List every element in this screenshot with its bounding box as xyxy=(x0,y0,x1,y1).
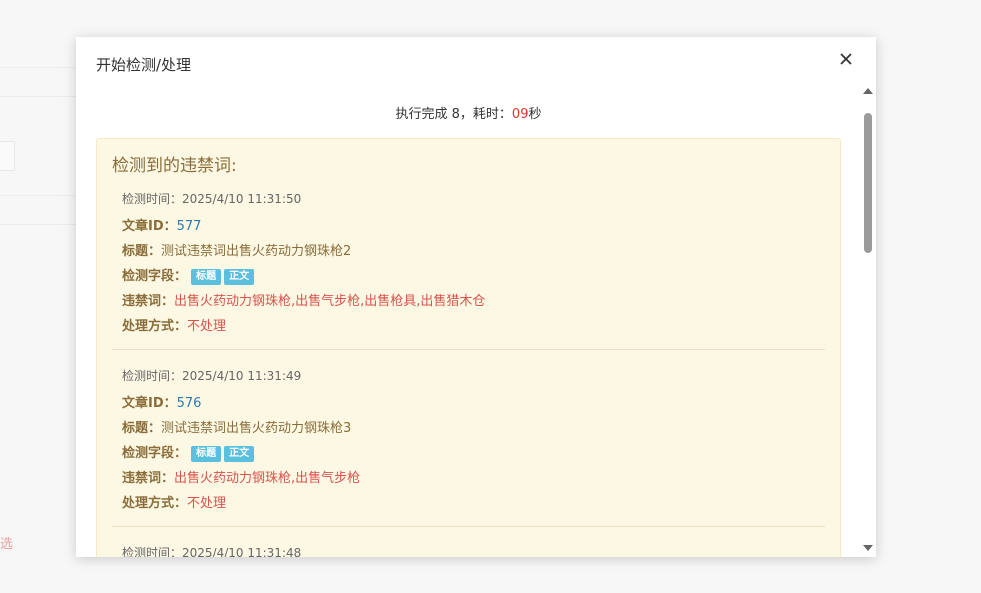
dialog-body: 执行完成 8，耗时：09秒 检测到的违禁词: 检测时间：2025/4/10 11… xyxy=(96,97,841,557)
article-id-label: 文章ID： xyxy=(122,396,177,411)
scroll-down-icon[interactable] xyxy=(863,545,873,551)
summary-prefix: 执行完成 8，耗时： xyxy=(395,107,512,122)
record-action: 处理方式：不处理 xyxy=(122,491,815,516)
panel-title: 检测到的违禁词: xyxy=(112,156,237,176)
record-detect-time: 检测时间：2025/4/10 11:31:48 xyxy=(122,544,815,557)
background-divider xyxy=(0,224,76,225)
summary-suffix: 秒 xyxy=(528,107,542,122)
record-title: 标题：测试违禁词出售火药动力钢珠枪3 xyxy=(122,416,815,441)
detect-time-value: 2025/4/10 11:31:49 xyxy=(182,369,302,383)
title-value: 测试违禁词出售火药动力钢珠枪3 xyxy=(161,421,352,436)
elapsed-time: 09 xyxy=(511,107,529,122)
field-tag: 标题 xyxy=(191,445,222,462)
scroll-up-icon[interactable] xyxy=(863,88,873,94)
dialog-scrollbar[interactable] xyxy=(860,85,876,557)
detect-time-value: 2025/4/10 11:31:48 xyxy=(182,546,302,557)
action-value: 不处理 xyxy=(187,496,227,511)
record-detect-time: 检测时间：2025/4/10 11:31:49 xyxy=(122,367,815,385)
background-divider xyxy=(0,67,76,68)
detect-time-value: 2025/4/10 11:31:50 xyxy=(182,192,302,206)
field-tag: 正文 xyxy=(224,268,255,285)
record-article-id: 文章ID：577 xyxy=(122,214,815,239)
title-label: 标题： xyxy=(122,421,162,436)
article-id-value: 576 xyxy=(176,396,202,411)
field-tag: 正文 xyxy=(224,445,255,462)
background-input xyxy=(0,141,15,171)
violation-record: 检测时间：2025/4/10 11:31:48 xyxy=(112,544,825,557)
record-fields: 检测字段： 标题 正文 xyxy=(122,264,815,289)
detect-time-label: 检测时间： xyxy=(122,192,183,206)
execution-summary: 执行完成 8，耗时：09秒 xyxy=(96,105,841,125)
field-tag: 标题 xyxy=(191,268,222,285)
dialog-title: 开始检测/处理 xyxy=(96,56,192,74)
record-article-id: 文章ID：576 xyxy=(122,391,815,416)
record-fields: 检测字段： 标题 正文 xyxy=(122,441,815,466)
violations-panel: 检测到的违禁词: 检测时间：2025/4/10 11:31:50 文章ID：57… xyxy=(96,138,841,557)
title-label: 标题： xyxy=(122,244,162,259)
record-title: 标题：测试违禁词出售火药动力钢珠枪2 xyxy=(122,239,815,264)
detect-time-label: 检测时间： xyxy=(122,369,183,383)
background-divider xyxy=(0,195,76,196)
action-value: 不处理 xyxy=(187,319,227,334)
detect-time-label: 检测时间： xyxy=(122,546,183,557)
action-label: 处理方式： xyxy=(122,496,188,511)
words-label: 违禁词： xyxy=(122,294,175,309)
scroll-thumb[interactable] xyxy=(864,113,872,253)
record-words: 违禁词：出售火药动力钢珠枪,出售气步枪,出售枪具,出售猎木仓 xyxy=(122,289,815,314)
record-action: 处理方式：不处理 xyxy=(122,314,815,339)
words-label: 违禁词： xyxy=(122,471,175,486)
record-words: 违禁词：出售火药动力钢珠枪,出售气步枪 xyxy=(122,466,815,491)
title-value: 测试违禁词出售火药动力钢珠枪2 xyxy=(161,244,352,259)
article-id-label: 文章ID： xyxy=(122,219,177,234)
background-divider xyxy=(0,96,76,97)
record-detect-time: 检测时间：2025/4/10 11:31:50 xyxy=(122,190,815,208)
process-dialog: 开始检测/处理 执行完成 8，耗时：09秒 检测到的违禁词: 检测时间：2025… xyxy=(76,37,876,557)
violation-record: 检测时间：2025/4/10 11:31:49 文章ID：576 标题：测试违禁… xyxy=(112,367,825,527)
background-select-link[interactable]: 选 xyxy=(0,533,13,552)
action-label: 处理方式： xyxy=(122,319,188,334)
words-value: 出售火药动力钢珠枪,出售气步枪 xyxy=(174,471,361,486)
article-id-value: 577 xyxy=(176,219,202,234)
close-icon[interactable] xyxy=(836,49,856,69)
words-value: 出售火药动力钢珠枪,出售气步枪,出售枪具,出售猎木仓 xyxy=(174,294,486,309)
fields-label: 检测字段： xyxy=(122,269,188,284)
violation-record: 检测时间：2025/4/10 11:31:50 文章ID：577 标题：测试违禁… xyxy=(112,190,825,350)
fields-label: 检测字段： xyxy=(122,446,188,461)
